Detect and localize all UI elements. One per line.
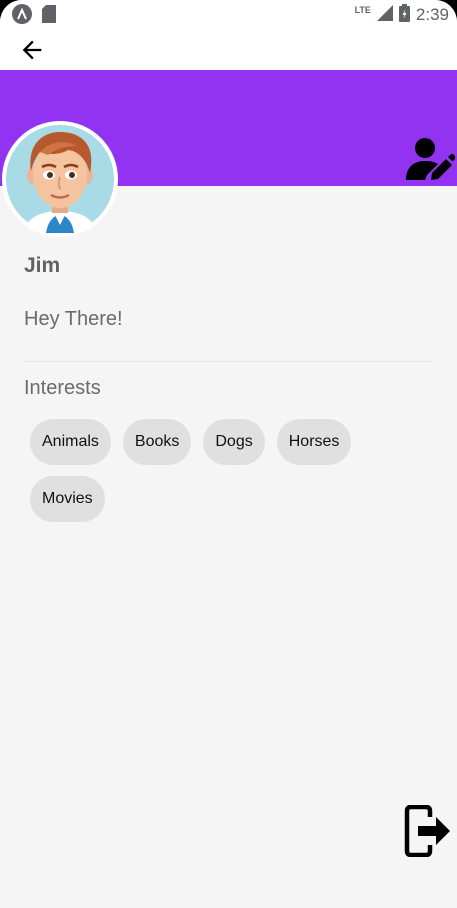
interests-chip-group: Animals Books Dogs Horses Movies bbox=[30, 419, 430, 522]
app-notification-icon bbox=[12, 4, 32, 24]
interests-heading: Interests bbox=[24, 377, 101, 399]
sd-card-icon bbox=[42, 5, 56, 23]
cartoon-man-avatar bbox=[6, 125, 114, 233]
clock: 2:39 bbox=[415, 5, 449, 24]
profile-screen: LTE 2:39 Jim Hey There! Interests Animal… bbox=[0, 0, 457, 908]
logout-icon bbox=[404, 804, 450, 858]
app-bar bbox=[0, 30, 457, 70]
status-bar-right: LTE 2:39 bbox=[354, 3, 449, 27]
profile-status: Hey There! bbox=[24, 308, 123, 330]
interest-chip-books[interactable]: Books bbox=[122, 419, 192, 465]
interest-chip-horses[interactable]: Horses bbox=[276, 419, 352, 465]
avatar bbox=[2, 121, 118, 237]
interest-chip-dogs[interactable]: Dogs bbox=[203, 419, 265, 465]
edit-profile-button[interactable] bbox=[405, 136, 456, 182]
interest-chip-movies[interactable]: Movies bbox=[30, 476, 105, 522]
logout-button[interactable] bbox=[404, 804, 452, 858]
back-button[interactable] bbox=[18, 36, 46, 64]
person-edit-icon bbox=[406, 138, 456, 180]
status-bar: LTE 2:39 bbox=[0, 0, 457, 30]
network-type: LTE bbox=[354, 5, 371, 15]
signal-icon bbox=[376, 4, 393, 26]
profile-name: Jim bbox=[24, 254, 61, 277]
interest-chip-animals[interactable]: Animals bbox=[30, 419, 111, 465]
arrow-back-icon bbox=[22, 40, 42, 60]
divider bbox=[24, 361, 433, 362]
battery-icon bbox=[398, 3, 410, 27]
